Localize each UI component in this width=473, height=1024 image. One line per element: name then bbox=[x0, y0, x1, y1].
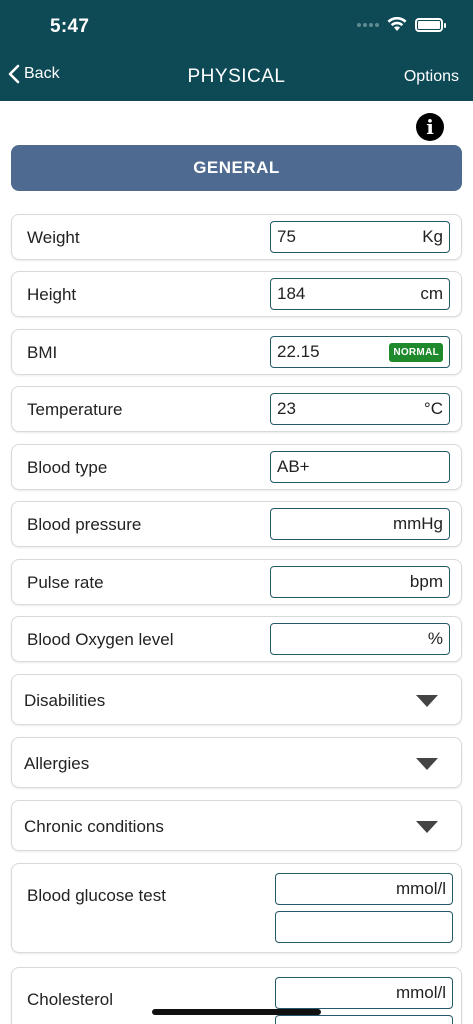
weight-label: Weight bbox=[27, 228, 80, 247]
blood-type-value: AB+ bbox=[277, 457, 310, 476]
bmi-row: BMI 22.15 NORMAL bbox=[11, 329, 462, 375]
bmi-value: 22.15 bbox=[277, 342, 320, 361]
signal-icon bbox=[357, 22, 379, 27]
wifi-icon bbox=[387, 17, 407, 31]
temperature-label: Temperature bbox=[27, 400, 123, 419]
pulse-rate-label: Pulse rate bbox=[27, 573, 104, 592]
height-unit: cm bbox=[420, 284, 443, 303]
blood-oxygen-input[interactable]: % bbox=[270, 623, 450, 655]
bmi-field: 22.15 NORMAL bbox=[270, 336, 450, 368]
temperature-input[interactable]: 23 °C bbox=[270, 393, 450, 425]
pulse-rate-row: Pulse rate bpm bbox=[11, 559, 462, 605]
cholesterol-input[interactable]: mmol/l bbox=[275, 977, 453, 1009]
weight-row: Weight 75 Kg bbox=[11, 214, 462, 260]
height-label: Height bbox=[27, 285, 77, 304]
disabilities-label: Disabilities bbox=[24, 691, 106, 710]
blood-type-input[interactable]: AB+ bbox=[270, 451, 450, 483]
disabilities-dropdown[interactable]: Disabilities bbox=[11, 674, 462, 725]
blood-pressure-input[interactable]: mmHg bbox=[270, 508, 450, 540]
blood-oxygen-row: Blood Oxygen level % bbox=[11, 616, 462, 662]
bmi-status-badge: NORMAL bbox=[389, 342, 443, 362]
app-header: 5:47 Back PHYSICAL Options bbox=[0, 0, 473, 101]
chevron-down-icon bbox=[416, 821, 438, 833]
blood-glucose-row: Blood glucose test mmol/l bbox=[11, 863, 462, 953]
bmi-label: BMI bbox=[27, 343, 58, 362]
blood-glucose-second-input[interactable] bbox=[275, 911, 453, 943]
options-button[interactable]: Options bbox=[404, 68, 459, 86]
blood-glucose-label: Blood glucose test bbox=[27, 886, 166, 905]
blood-type-label: Blood type bbox=[27, 458, 108, 477]
status-time: 5:47 bbox=[50, 16, 90, 37]
chevron-down-icon bbox=[416, 695, 438, 707]
weight-value: 75 bbox=[277, 227, 296, 246]
blood-oxygen-unit: % bbox=[427, 629, 443, 648]
height-input[interactable]: 184 cm bbox=[270, 278, 450, 310]
temperature-unit: °C bbox=[423, 399, 443, 418]
height-row: Height 184 cm bbox=[11, 271, 462, 317]
status-icons bbox=[357, 17, 446, 32]
cholesterol-label: Cholesterol bbox=[27, 990, 113, 1009]
temperature-row: Temperature 23 °C bbox=[11, 386, 462, 432]
home-indicator bbox=[152, 1009, 321, 1015]
blood-pressure-unit: mmHg bbox=[392, 514, 443, 533]
allergies-dropdown[interactable]: Allergies bbox=[11, 737, 462, 788]
pulse-rate-unit: bpm bbox=[409, 572, 443, 591]
chevron-down-icon bbox=[416, 758, 438, 770]
blood-glucose-input[interactable]: mmol/l bbox=[275, 873, 453, 905]
info-icon[interactable]: i bbox=[416, 113, 444, 141]
weight-input[interactable]: 75 Kg bbox=[270, 221, 450, 253]
chronic-conditions-dropdown[interactable]: Chronic conditions bbox=[11, 800, 462, 851]
blood-pressure-label: Blood pressure bbox=[27, 515, 142, 534]
page-title: PHYSICAL bbox=[187, 66, 286, 87]
blood-type-row: Blood type AB+ bbox=[11, 444, 462, 490]
height-value: 184 bbox=[277, 284, 306, 303]
temperature-value: 23 bbox=[277, 399, 296, 418]
cholesterol-second-input[interactable] bbox=[275, 1015, 453, 1024]
weight-unit: Kg bbox=[422, 227, 443, 246]
chronic-conditions-label: Chronic conditions bbox=[24, 817, 164, 836]
blood-glucose-unit: mmol/l bbox=[395, 879, 446, 898]
section-header-general: GENERAL bbox=[11, 145, 462, 191]
cholesterol-row: Cholesterol mmol/l bbox=[11, 967, 462, 1024]
blood-oxygen-label: Blood Oxygen level bbox=[27, 630, 174, 649]
pulse-rate-input[interactable]: bpm bbox=[270, 566, 450, 598]
blood-pressure-row: Blood pressure mmHg bbox=[11, 501, 462, 547]
cholesterol-unit: mmol/l bbox=[395, 983, 446, 1002]
allergies-label: Allergies bbox=[24, 754, 90, 773]
battery-icon bbox=[415, 17, 446, 32]
